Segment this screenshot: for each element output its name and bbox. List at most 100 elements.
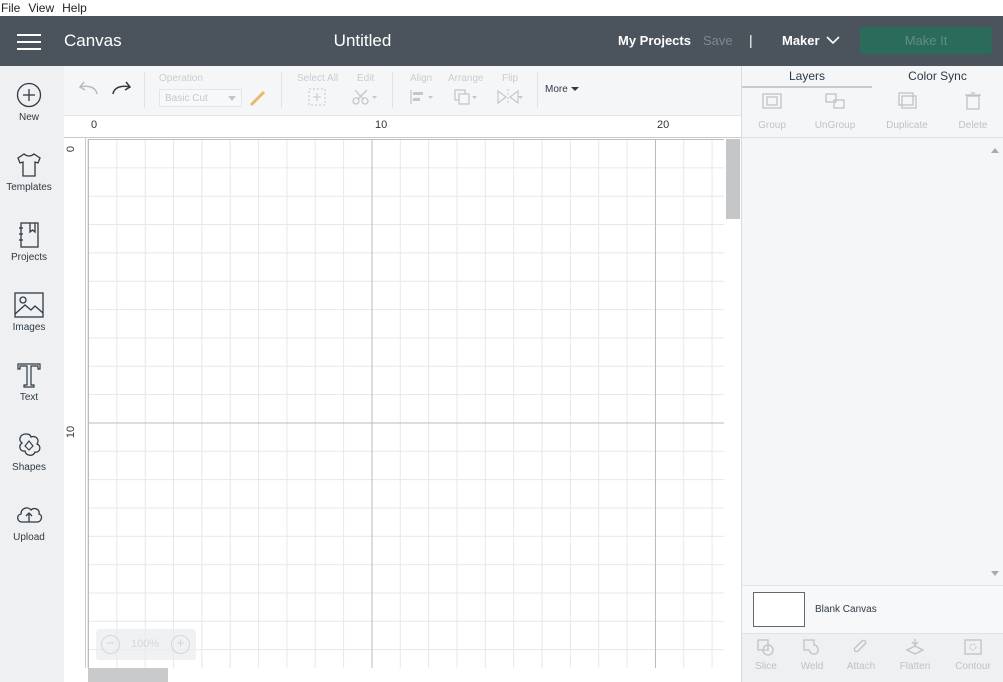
flatten-icon [905,639,925,655]
duplicate-icon [898,92,917,109]
sidebar-item-templates[interactable]: Templates [0,152,58,214]
blank-canvas-swatch[interactable] [753,592,805,627]
sidebar-label-shapes: Shapes [12,462,46,473]
horizontal-ruler: 0 10 20 [64,116,741,138]
scrollbar-thumb[interactable] [88,668,168,682]
ruler-mark-20: 20 [657,119,670,131]
sidebar-item-new[interactable]: New [0,82,58,144]
layers-panel: Layers Color Sync Group UnGroup Duplicat… [741,66,1003,682]
sidebar-item-upload[interactable]: Upload [0,502,58,564]
machine-selector[interactable]: Maker [782,33,820,48]
project-title[interactable]: Untitled [290,31,435,51]
attach-label: Attach [846,661,876,672]
save-button[interactable]: Save [703,33,733,48]
tab-layers[interactable]: Layers [742,66,872,88]
canvas-horizontal-scrollbar[interactable] [64,668,741,682]
attach-button[interactable]: Attach [837,638,885,672]
menu-help[interactable]: Help [61,1,94,15]
more-label: More [545,84,568,95]
slice-button[interactable]: Slice [742,638,790,672]
edit-label: Edit [357,73,375,84]
sidebar-label-new: New [18,112,39,123]
flatten-label: Flatten [899,661,931,672]
app-name: Canvas [64,31,122,50]
hamburger-menu-icon[interactable] [17,34,41,50]
more-menu-button[interactable]: More [545,84,579,95]
cloud-upload-icon [17,507,43,523]
chevron-down-icon[interactable] [826,35,840,45]
sidebar-item-text[interactable]: Text [0,362,58,424]
menu-view[interactable]: View [27,1,61,15]
layers-list[interactable] [742,139,1003,584]
ruler-mark-10: 10 [375,119,388,131]
shapes-icon [19,433,41,456]
sidebar-item-projects[interactable]: Projects [0,222,58,284]
slice-icon [757,639,774,656]
group-button[interactable]: Group [742,92,802,131]
align-label: Align [410,73,433,84]
sidebar-label-projects: Projects [10,252,48,263]
toolbar-divider [281,72,282,108]
ruler-mark-0: 0 [91,119,98,131]
plus-circle-icon [16,82,42,108]
ruler-mark-0: 0 [65,145,78,153]
menu-file[interactable]: File [0,1,27,15]
contour-button[interactable]: Contour [949,638,997,672]
my-projects-link[interactable]: My Projects [618,33,691,48]
image-icon [14,292,44,318]
sidebar-item-images[interactable]: Images [0,292,58,354]
zoom-in-button[interactable]: + [171,635,190,654]
select-all-label: Select All [297,73,339,84]
menu-bar: File View Help [0,0,1003,16]
trash-icon [965,92,981,110]
ungroup-icon [825,93,845,109]
paperclip-icon [853,639,867,653]
flatten-button[interactable]: Flatten [891,638,939,672]
blank-canvas-label: Blank Canvas [815,604,877,615]
arrange-label: Arrange [448,73,484,84]
notebook-icon [19,222,39,248]
redo-icon[interactable] [110,79,132,97]
undo-icon[interactable] [78,79,100,97]
weld-button[interactable]: Weld [788,638,836,672]
operation-select[interactable]: Basic Cut [159,89,242,107]
sidebar-label-templates: Templates [6,182,52,193]
align-icon[interactable] [409,88,435,106]
blank-canvas-row[interactable]: Blank Canvas [742,585,1003,633]
zoom-out-button[interactable]: − [101,635,120,654]
tab-color-sync[interactable]: Color Sync [872,66,1003,88]
sidebar-label-text: Text [19,392,39,403]
scroll-down-arrow-icon[interactable] [991,571,999,580]
select-all-icon[interactable] [308,88,326,106]
contour-icon [964,639,982,655]
ungroup-button[interactable]: UnGroup [805,92,865,131]
ruler-mark-10: 10 [65,425,78,439]
make-it-button[interactable]: Make It [860,27,992,54]
sidebar-item-shapes[interactable]: Shapes [0,432,58,494]
layer-bottom-actions: Slice Weld Attach Flatten Contour [742,633,1003,682]
sidebar-label-images: Images [12,322,46,333]
canvas-vertical-scrollbar[interactable] [724,139,741,668]
pen-color-icon[interactable] [249,89,267,107]
arrange-icon[interactable] [453,88,479,106]
scrollbar-thumb[interactable] [726,139,740,219]
duplicate-button[interactable]: Duplicate [877,92,937,131]
scroll-up-arrow-icon[interactable] [991,144,999,153]
toolbar-divider [392,72,393,108]
cricut-design-space-window: File View Help Canvas Untitled My Projec… [0,0,1003,682]
text-t-icon [17,363,41,388]
left-sidebar: New Templates Projects Images Text Shape… [0,66,64,682]
scissors-icon[interactable] [352,88,378,106]
flip-icon[interactable] [496,88,524,106]
caret-down-icon [570,87,579,91]
slice-label: Slice [755,661,777,672]
zoom-level: 100% [131,638,160,650]
design-canvas-grid[interactable] [87,139,724,668]
delete-button[interactable]: Delete [943,92,1003,131]
toolbar-divider [144,72,145,108]
app-header: Canvas Untitled My Projects Save | Maker… [0,16,1003,66]
flip-label: Flip [502,73,519,84]
duplicate-label: Duplicate [886,120,928,131]
header-separator: | [749,32,753,48]
weld-icon [803,639,819,655]
